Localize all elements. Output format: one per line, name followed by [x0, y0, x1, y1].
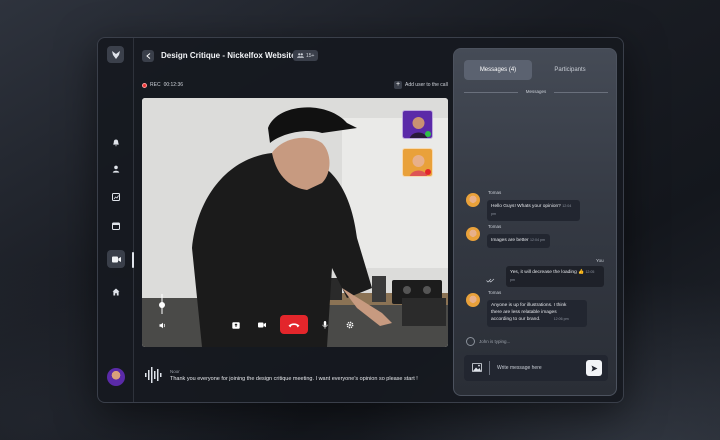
add-user-button[interactable]: + Add user to the call	[394, 81, 448, 89]
end-call-button[interactable]	[280, 315, 308, 334]
video-call-icon[interactable]	[107, 250, 125, 268]
message-sender: Tomas	[488, 190, 502, 195]
camera-icon[interactable]	[256, 319, 268, 331]
main-video-feed[interactable]	[142, 98, 448, 347]
current-user-avatar[interactable]	[107, 368, 125, 386]
recording-indicator: REC 00:12:36	[142, 82, 183, 88]
participant-thumb-2[interactable]	[402, 148, 433, 177]
chevron-left-icon	[145, 53, 150, 59]
chart-icon[interactable]	[108, 189, 124, 205]
caption-text: Thank you everyone for joining the desig…	[170, 376, 418, 382]
send-icon	[591, 365, 597, 371]
bell-icon[interactable]	[108, 135, 124, 151]
message-text: Images are better	[491, 238, 529, 243]
message-text: Hello Guys! Whats your opinion?	[491, 204, 561, 209]
mic-on-icon	[425, 131, 431, 137]
message-bubble: Anyone is up for illustrations. I think …	[487, 300, 587, 327]
message-text: Yes, it will decrease the loading	[510, 270, 577, 275]
message-time: 12:04 pm	[529, 238, 545, 242]
image-attach-icon[interactable]	[472, 363, 482, 372]
message-bubble: Hello Guys! Whats your opinion? 12:04 pm	[487, 200, 580, 221]
microphone-icon[interactable]	[319, 319, 331, 331]
message-sender: Tomas	[488, 224, 502, 229]
app-logo[interactable]	[107, 46, 124, 63]
message-text-line: according to our brand. 12:06 pm	[491, 317, 569, 322]
participants-badge[interactable]: 15+	[293, 50, 319, 61]
chat-tabs: Messages (4) Participants	[464, 60, 608, 80]
back-button[interactable]	[142, 50, 154, 62]
active-indicator	[132, 252, 134, 268]
read-receipt-icon	[486, 278, 495, 283]
message-composer	[464, 355, 608, 381]
mic-off-icon	[425, 169, 431, 175]
message-sender-you: You	[596, 258, 604, 263]
add-user-label: Add user to the call	[405, 82, 448, 88]
volume-knob[interactable]	[159, 302, 165, 308]
speaker-icon[interactable]	[156, 319, 168, 331]
participants-count: 15+	[306, 52, 315, 59]
participant-thumb-1[interactable]	[402, 110, 433, 139]
home-icon[interactable]	[108, 284, 124, 300]
people-icon	[297, 53, 304, 58]
calendar-icon[interactable]	[108, 218, 124, 234]
typing-avatar-icon	[466, 337, 475, 346]
typing-text: John is typing...	[479, 339, 511, 344]
typing-indicator: John is typing...	[466, 337, 510, 346]
rec-label: REC	[150, 82, 161, 88]
message-time: 12:06 pm	[553, 317, 569, 321]
avatar	[466, 293, 480, 307]
tab-messages[interactable]: Messages (4)	[464, 60, 532, 80]
messages-section-label: Messages	[464, 89, 608, 94]
composer-divider	[489, 361, 490, 375]
screen-share-icon[interactable]	[230, 319, 242, 331]
settings-gear-icon[interactable]	[344, 319, 356, 331]
tab-participants[interactable]: Participants	[536, 60, 604, 80]
sidebar	[98, 38, 134, 402]
caption-speaker: Noor	[170, 369, 180, 374]
chat-panel: Messages (4) Participants Messages Tomas…	[453, 48, 617, 396]
thumbs-up-emoji: 👍	[578, 270, 585, 275]
rec-time: 00:12:36	[163, 82, 184, 88]
call-title: Design Critique - Nickelfox Website	[161, 51, 296, 60]
record-dot-icon	[142, 82, 147, 88]
audio-waveform-icon	[145, 367, 162, 383]
message-sender: Tomas	[488, 290, 502, 295]
call-controls	[142, 315, 448, 335]
message-bubble: Images are better 12:04 pm	[487, 234, 550, 248]
phone-hangup-icon	[288, 322, 300, 327]
avatar	[466, 193, 480, 207]
avatar	[466, 227, 480, 241]
plus-icon: +	[394, 81, 402, 89]
video-call-window: Design Critique - Nickelfox Website 15+ …	[97, 37, 624, 403]
message-bubble-outgoing: Yes, it will decrease the loading 👍 12:0…	[506, 266, 604, 287]
send-button[interactable]	[586, 360, 602, 376]
user-icon[interactable]	[108, 161, 124, 177]
message-input[interactable]	[497, 362, 577, 374]
